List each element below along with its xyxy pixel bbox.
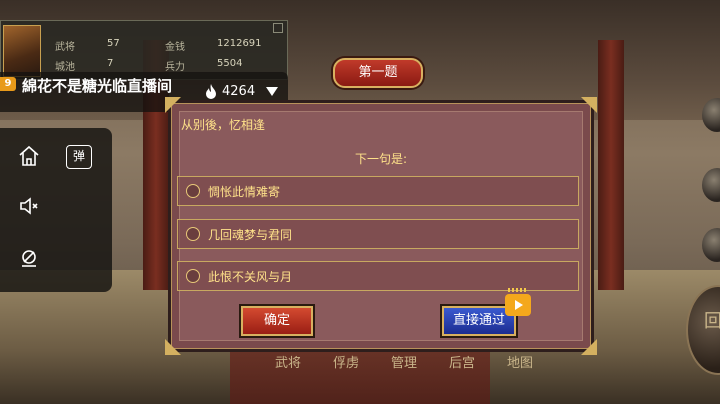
mute-icon[interactable]: [15, 194, 43, 222]
danmu-toggle-button[interactable]: 弹: [66, 145, 92, 169]
red-pillar: [598, 40, 624, 290]
stat-label: 金钱: [165, 42, 185, 53]
bottom-nav: 武将 俘虏 管理 后宫 地图: [268, 352, 540, 371]
user-level-badge: 9: [0, 77, 16, 91]
side-round-button-label: 回: [704, 311, 720, 332]
confirm-button[interactable]: 确定: [241, 306, 313, 336]
side-orb-button[interactable]: [702, 168, 720, 202]
live-room-title: 綿花不是糖光临直播间: [22, 77, 173, 95]
corner-ornament-icon: [165, 339, 181, 355]
stat-value: 7: [107, 58, 114, 69]
answer-option[interactable]: 几回魂梦与君同: [177, 219, 579, 249]
stat-label: 城池: [55, 62, 75, 73]
nav-generals[interactable]: 武将: [268, 352, 308, 371]
answer-option-label: 几回魂梦与君同: [208, 228, 293, 242]
nav-manage[interactable]: 管理: [384, 352, 424, 371]
panel-corner-icon: [273, 23, 283, 33]
radio-button[interactable]: [186, 269, 200, 283]
gyroscope-icon[interactable]: [15, 246, 43, 274]
answer-option-label: 此恨不关风与月: [208, 270, 293, 284]
stat-row: 武将 57 金钱 1212691: [55, 38, 275, 53]
stat-value: 5504: [217, 58, 243, 69]
side-orb-button[interactable]: [702, 98, 720, 132]
side-toolbar: 弹: [0, 128, 112, 292]
popularity-count: 4264: [222, 84, 256, 99]
fire-icon: [205, 84, 217, 100]
hero-stats-panel: 武将 57 金钱 1212691 城池 7 兵力 5504: [0, 20, 288, 80]
quiz-prompt: 下一句是:: [354, 152, 408, 166]
answer-option[interactable]: 惆怅此情难寄: [177, 176, 579, 206]
stat-row: 城池 7 兵力 5504: [55, 58, 275, 73]
poem-line: 从别後，忆相逢: [181, 118, 266, 132]
quiz-title: 第一题: [333, 58, 423, 88]
stat-value: 57: [107, 38, 120, 49]
hero-avatar[interactable]: [3, 25, 41, 77]
answer-option[interactable]: 此恨不关风与月: [177, 261, 579, 291]
video-play-icon: [505, 294, 531, 316]
home-icon[interactable]: [15, 144, 43, 172]
radio-button[interactable]: [186, 227, 200, 241]
nav-harem[interactable]: 后宫: [442, 352, 482, 371]
nav-map[interactable]: 地图: [500, 352, 540, 371]
answer-option-label: 惆怅此情难寄: [208, 185, 281, 199]
stat-label: 兵力: [165, 62, 185, 73]
radio-button[interactable]: [186, 184, 200, 198]
video-badge-decoration: [508, 288, 528, 292]
stat-label: 武将: [55, 42, 75, 53]
nav-captives[interactable]: 俘虏: [326, 352, 366, 371]
stat-value: 1212691: [217, 38, 262, 49]
side-orb-button[interactable]: [702, 228, 720, 262]
dropdown-arrow-icon[interactable]: [266, 87, 278, 96]
